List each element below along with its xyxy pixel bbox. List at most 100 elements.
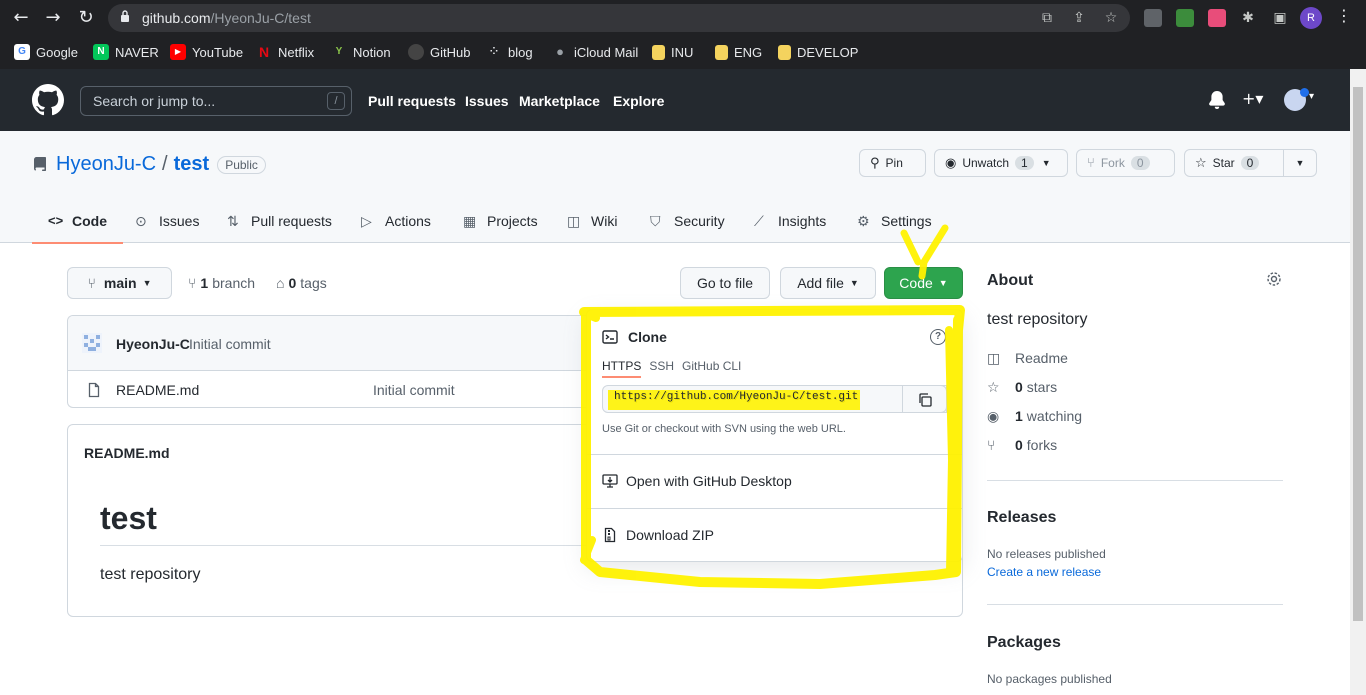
readme-title[interactable]: README.md bbox=[84, 445, 170, 461]
stars-link[interactable]: ☆ 0 stars bbox=[987, 379, 1057, 395]
desktop-download-icon bbox=[602, 474, 618, 488]
bookmark-folder-develop[interactable]: DEVELOP bbox=[778, 42, 858, 62]
address-bar[interactable]: github.com/HyeonJu-C/test ⧉ ⇪ ☆ bbox=[108, 4, 1130, 32]
commit-message[interactable]: Initial commit bbox=[189, 336, 271, 352]
bookmark-label: ENG bbox=[734, 44, 763, 60]
bookmark-icloud[interactable]: ● iCloud Mail bbox=[552, 42, 638, 62]
share-icon[interactable]: ⇪ bbox=[1070, 9, 1088, 27]
tab-projects[interactable]: ▦ Projects bbox=[463, 199, 538, 243]
browser-toolbar: ← → ↻ github.com/HyeonJu-C/test ⧉ ⇪ ☆ ✱ … bbox=[0, 0, 1366, 36]
clone-url-highlighted: https://github.com/HyeonJu-C/test.git bbox=[614, 391, 859, 403]
tab-settings[interactable]: ⚙ Settings bbox=[857, 199, 932, 243]
clone-heading: Clone bbox=[602, 329, 667, 345]
no-releases-text: No releases published bbox=[987, 547, 1106, 561]
readme-divider bbox=[100, 545, 660, 546]
readme-link[interactable]: ◫ Readme bbox=[987, 350, 1068, 366]
bookmark-youtube[interactable]: ▶ YouTube bbox=[170, 42, 243, 62]
tab-github-cli[interactable]: GitHub CLI bbox=[682, 359, 741, 378]
add-file-button[interactable]: Add file ▼ bbox=[780, 267, 876, 299]
github-logo-icon[interactable] bbox=[32, 84, 64, 116]
open-desktop-item[interactable]: Open with GitHub Desktop bbox=[602, 473, 792, 489]
extension-icon[interactable] bbox=[1144, 9, 1162, 27]
branch-select[interactable]: ⑂ main ▼ bbox=[67, 267, 172, 299]
back-icon[interactable]: ← bbox=[9, 6, 33, 30]
tab-ssh[interactable]: SSH bbox=[649, 359, 674, 378]
page-scrollbar[interactable] bbox=[1350, 69, 1366, 695]
fork-button[interactable]: ⑂ Fork 0 bbox=[1076, 149, 1175, 177]
bookmark-google[interactable]: G Google bbox=[14, 42, 78, 62]
question-icon[interactable]: ? bbox=[930, 329, 946, 345]
nav-explore[interactable]: Explore bbox=[613, 93, 664, 109]
bookmark-blog[interactable]: ⁘ blog bbox=[486, 42, 533, 62]
create-release-link[interactable]: Create a new release bbox=[987, 565, 1101, 579]
repo-owner-link[interactable]: HyeonJu-C bbox=[56, 153, 156, 176]
unwatch-label: Unwatch bbox=[962, 156, 1010, 170]
browser-menu-icon[interactable]: ⋮ bbox=[1336, 6, 1352, 25]
commit-author[interactable]: HyeonJu-C bbox=[116, 336, 190, 352]
forward-icon[interactable]: → bbox=[41, 6, 65, 30]
gear-icon[interactable] bbox=[1266, 271, 1282, 287]
bookmark-netflix[interactable]: N Netflix bbox=[256, 42, 314, 62]
bookmark-notion[interactable]: Y Notion bbox=[331, 42, 391, 62]
star-button[interactable]: ☆ Star 0 bbox=[1184, 149, 1284, 177]
eye-icon: ◉ bbox=[945, 155, 957, 171]
about-description: test repository bbox=[987, 311, 1088, 328]
repo-name-link[interactable]: test bbox=[174, 153, 210, 176]
side-panel-icon[interactable]: ▣ bbox=[1271, 9, 1289, 27]
tags-link[interactable]: ⌂ 0 tags bbox=[276, 275, 327, 291]
releases-heading[interactable]: Releases bbox=[987, 509, 1056, 527]
puzzle-icon[interactable]: ✱ bbox=[1239, 9, 1257, 27]
divider bbox=[587, 508, 962, 509]
author-avatar[interactable] bbox=[82, 333, 102, 353]
tab-security[interactable]: ⛉ Security bbox=[650, 199, 725, 243]
file-list: HyeonJu-C Initial commit README.md Initi… bbox=[67, 315, 587, 408]
browser-chrome: ← → ↻ github.com/HyeonJu-C/test ⧉ ⇪ ☆ ✱ … bbox=[0, 0, 1366, 69]
file-commit-message[interactable]: Initial commit bbox=[373, 382, 455, 398]
branches-link[interactable]: ⑂ 1 branch bbox=[188, 275, 255, 291]
star-list-dropdown[interactable]: ▼ bbox=[1283, 149, 1317, 177]
extension-icon[interactable] bbox=[1176, 9, 1194, 27]
scrollbar-thumb[interactable] bbox=[1353, 87, 1363, 621]
extension-icon[interactable] bbox=[1208, 9, 1226, 27]
tab-pull-requests[interactable]: ⇅ Pull requests bbox=[227, 199, 332, 243]
tab-code[interactable]: <> Code bbox=[32, 199, 123, 244]
packages-heading[interactable]: Packages bbox=[987, 634, 1061, 652]
download-zip-item[interactable]: Download ZIP bbox=[602, 527, 714, 543]
tab-https[interactable]: HTTPS bbox=[602, 359, 642, 378]
gear-icon: ⚙ bbox=[857, 213, 870, 229]
go-to-file-button[interactable]: Go to file bbox=[680, 267, 770, 299]
pin-label: Pin bbox=[885, 156, 903, 170]
create-new-icon[interactable]: +▾ bbox=[1242, 89, 1263, 108]
forks-link[interactable]: ⑂ 0 forks bbox=[987, 437, 1057, 453]
latest-commit-row: HyeonJu-C Initial commit bbox=[68, 316, 587, 371]
forks-label: forks bbox=[1026, 437, 1058, 453]
copy-url-button[interactable] bbox=[902, 385, 947, 413]
translate-icon[interactable]: ⧉ bbox=[1038, 9, 1056, 27]
file-row[interactable]: README.md Initial commit bbox=[68, 372, 587, 407]
tab-insights[interactable]: ⟋ Insights bbox=[754, 199, 826, 243]
nav-pull-requests[interactable]: Pull requests bbox=[368, 93, 456, 109]
tab-actions[interactable]: ▷ Actions bbox=[361, 199, 431, 243]
bookmark-label: YouTube bbox=[192, 44, 244, 60]
nav-issues[interactable]: Issues bbox=[465, 93, 509, 109]
nav-marketplace[interactable]: Marketplace bbox=[519, 93, 600, 109]
watching-link[interactable]: ◉ 1 watching bbox=[987, 408, 1082, 424]
code-button[interactable]: Code ▼ bbox=[884, 267, 963, 299]
bell-icon[interactable] bbox=[1208, 91, 1226, 109]
bookmark-folder-eng[interactable]: ENG bbox=[715, 42, 762, 62]
bookmark-star-icon[interactable]: ☆ bbox=[1102, 9, 1120, 27]
unwatch-button[interactable]: ◉ Unwatch 1 ▼ bbox=[934, 149, 1068, 177]
tab-issues[interactable]: ⊙ Issues bbox=[135, 199, 199, 243]
fork-icon: ⑂ bbox=[1087, 155, 1095, 171]
file-name[interactable]: README.md bbox=[116, 382, 199, 398]
pin-button[interactable]: ⚲ Pin bbox=[859, 149, 926, 177]
chevron-down-icon[interactable]: ▾ bbox=[1309, 91, 1314, 102]
stars-count: 0 bbox=[1015, 379, 1023, 395]
profile-avatar[interactable]: R bbox=[1300, 7, 1322, 29]
tab-wiki[interactable]: ◫ Wiki bbox=[567, 199, 617, 243]
global-search-input[interactable]: Search or jump to... / bbox=[80, 86, 352, 116]
bookmark-naver[interactable]: N NAVER bbox=[93, 42, 159, 62]
reload-icon[interactable]: ↻ bbox=[74, 6, 98, 30]
bookmark-folder-inu[interactable]: INU bbox=[652, 42, 693, 62]
bookmark-github[interactable]: GitHub bbox=[408, 42, 470, 62]
